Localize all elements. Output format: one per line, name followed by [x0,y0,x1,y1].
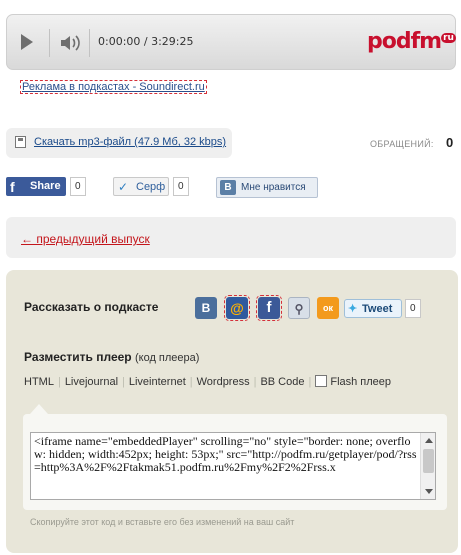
tab-divider: | [57,376,61,388]
mail-ru-icon[interactable]: @ [224,295,250,321]
logo-suffix: ru [441,32,456,43]
vk-icon: B [220,180,236,195]
odnoklassniki-icon[interactable]: ок [317,297,339,319]
tab-livejournal[interactable]: Livejournal [65,376,118,388]
tweet-button[interactable]: ✦ Tweet [344,299,402,318]
vk-share-icon[interactable]: B [195,297,217,319]
tweet-label: Tweet [362,303,393,315]
scrollbar-thumb[interactable] [423,449,434,473]
tab-divider: | [253,376,257,388]
tab-pointer [30,404,48,414]
tab-divider: | [122,376,125,388]
download-mp3-link[interactable]: Скачать mp3-файл (47.9 Мб, 32 kbps) [34,136,226,148]
facebook-icon: f [10,179,15,195]
scroll-down-icon[interactable] [425,489,433,494]
facebook-share-count: 0 [70,177,86,196]
prev-episode-box: ← предыдущий выпуск [6,217,456,258]
serf-icon: ✓ [118,180,129,194]
vk-like-button[interactable]: B Мне нравится [216,177,318,198]
facebook-share-icon[interactable]: f [256,295,282,321]
tab-html[interactable]: HTML [24,376,54,388]
logo-text: podfm [367,29,442,54]
tab-divider: | [189,376,193,388]
prev-episode-link[interactable]: ← предыдущий выпуск [21,232,150,246]
divider [89,29,90,57]
flash-player-option[interactable]: Flash плеер [315,375,391,388]
serf-button[interactable]: ✓ Серф [113,177,169,196]
tab-liveinternet[interactable]: Liveinternet [129,376,186,388]
player-code-link[interactable]: (код плеера) [135,352,199,364]
facebook-share-label: Share [30,180,61,192]
scrollbar[interactable] [420,433,435,499]
share-title: Рассказать о подкасте [24,300,159,314]
copy-hint: Скопируйте этот код и вставьте его без и… [30,517,295,527]
audio-player: 0:00:00 / 3:29:25 podfm ru [6,14,456,70]
twitter-bird-icon: ✦ [348,303,358,315]
calls-label: ОБРАЩЕНИЙ: [370,139,434,149]
flash-player-checkbox[interactable] [315,375,328,387]
embed-tabs: HTML | Livejournal | Liveinternet | Wordpress |… [24,375,391,388]
paperclip-icon[interactable]: ⚲ [288,297,310,319]
tab-bbcode[interactable]: BB Code [260,376,304,388]
volume-icon[interactable] [59,33,83,53]
embed-title-text: Разместить плеер [24,350,132,364]
tab-divider: | [308,376,312,388]
flash-player-label: Flash плеер [330,376,392,388]
vk-like-label: Мне нравится [241,182,306,193]
facebook-share-button[interactable]: f Share [6,177,66,196]
play-icon[interactable] [21,34,33,50]
embed-code-textarea[interactable]: <iframe name="embeddedPlayer" scrolling=… [30,432,436,500]
embed-title: Разместить плеер (код плеера) [24,350,199,364]
podfm-logo[interactable]: podfm ru [367,29,456,54]
download-box: Скачать mp3-файл (47.9 Мб, 32 kbps) [6,128,232,158]
ad-link[interactable]: Реклама в подкастах - Soundirect.ru [20,80,207,94]
divider [49,29,50,57]
scroll-up-icon[interactable] [425,438,433,443]
player-time: 0:00:00 / 3:29:25 [98,35,194,48]
calls-count: 0 [446,135,454,150]
tab-wordpress[interactable]: Wordpress [197,376,250,388]
serf-label: Серф [136,181,166,193]
tweet-count: 0 [405,299,421,318]
floppy-disk-icon [15,136,26,148]
serf-count: 0 [173,177,189,196]
